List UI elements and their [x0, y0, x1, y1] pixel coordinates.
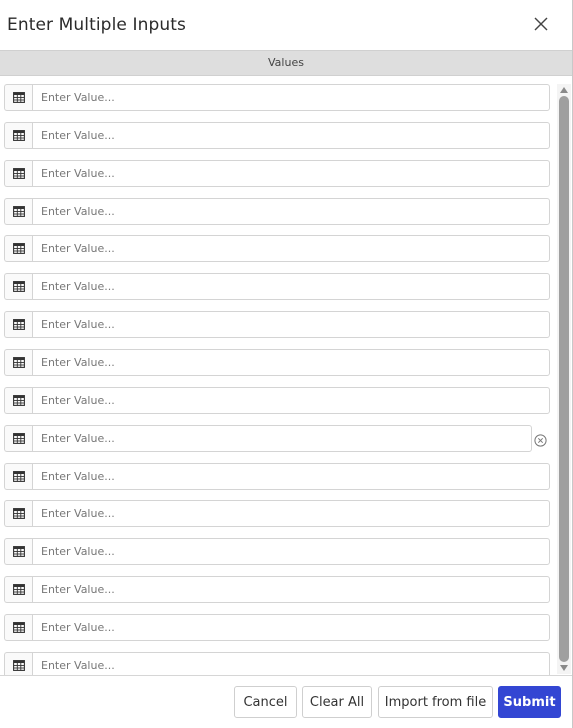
table-icon[interactable]: [4, 311, 32, 338]
value-input[interactable]: [32, 273, 550, 300]
table-icon[interactable]: [4, 538, 32, 565]
values-list: [0, 77, 556, 675]
submit-button[interactable]: Submit: [498, 686, 561, 718]
table-icon[interactable]: [4, 387, 32, 414]
value-input[interactable]: [32, 463, 550, 490]
import-from-file-button[interactable]: Import from file: [378, 686, 493, 718]
clear-circle-icon[interactable]: [534, 432, 547, 447]
value-input[interactable]: [32, 614, 550, 641]
multiple-inputs-dialog: Enter Multiple Inputs Values Cancel Clea…: [0, 0, 573, 728]
table-icon[interactable]: [4, 160, 32, 187]
table-icon[interactable]: [4, 463, 32, 490]
scroll-down-arrow-icon[interactable]: [560, 665, 568, 671]
table-icon[interactable]: [4, 652, 32, 675]
table-icon[interactable]: [4, 198, 32, 225]
value-input[interactable]: [32, 160, 550, 187]
value-input[interactable]: [32, 311, 550, 338]
scroll-up-arrow-icon[interactable]: [560, 87, 568, 93]
table-icon[interactable]: [4, 84, 32, 111]
table-icon[interactable]: [4, 349, 32, 376]
list-scrollbar[interactable]: [557, 84, 571, 674]
value-input[interactable]: [32, 500, 550, 527]
clear-all-button[interactable]: Clear All: [302, 686, 372, 718]
table-icon[interactable]: [4, 614, 32, 641]
table-icon[interactable]: [4, 235, 32, 262]
value-input[interactable]: [32, 387, 550, 414]
value-input[interactable]: [32, 349, 550, 376]
table-icon[interactable]: [4, 425, 32, 452]
table-icon[interactable]: [4, 273, 32, 300]
close-icon[interactable]: [530, 13, 552, 35]
scrollbar-thumb[interactable]: [559, 96, 569, 662]
dialog-header: Enter Multiple Inputs: [0, 0, 572, 50]
table-icon[interactable]: [4, 576, 32, 603]
value-input[interactable]: [32, 198, 550, 225]
value-input[interactable]: [32, 84, 550, 111]
cancel-button[interactable]: Cancel: [234, 686, 297, 718]
value-input[interactable]: [32, 122, 550, 149]
table-icon[interactable]: [4, 500, 32, 527]
dialog-title: Enter Multiple Inputs: [7, 15, 186, 35]
value-input[interactable]: [32, 576, 550, 603]
table-icon[interactable]: [4, 122, 32, 149]
dialog-footer: Cancel Clear All Import from file Submit: [0, 675, 572, 728]
value-input[interactable]: [32, 425, 532, 452]
values-column-header: Values: [0, 50, 572, 76]
value-input[interactable]: [32, 235, 550, 262]
value-input[interactable]: [32, 652, 550, 675]
value-input[interactable]: [32, 538, 550, 565]
